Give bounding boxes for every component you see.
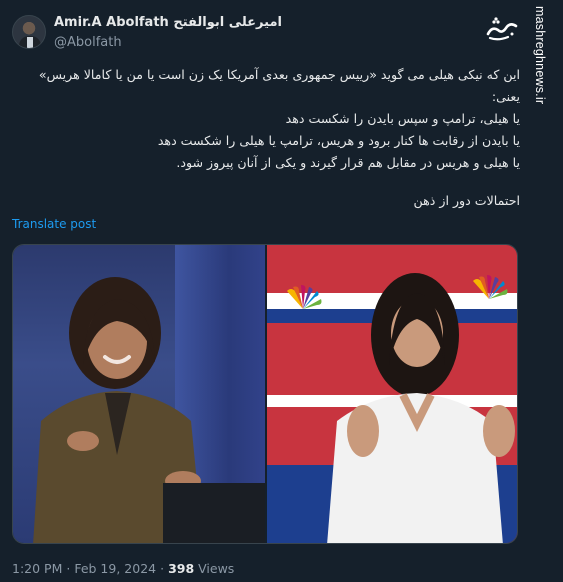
translate-post-link[interactable]: Translate post <box>12 217 96 231</box>
tweet-media[interactable] <box>12 244 518 544</box>
tweet-card: Amir.A Abolfath امیرعلی ابوالفتح @Abolfa… <box>0 0 563 582</box>
watermark-text: mashreghnews.ir <box>533 6 547 105</box>
author-display-name[interactable]: Amir.A Abolfath امیرعلی ابوالفتح <box>54 15 354 33</box>
avatar[interactable] <box>12 15 46 49</box>
views-count: 398 <box>168 561 195 576</box>
avatar-shirt <box>27 37 33 48</box>
watermark: mashreghnews.ir <box>527 6 553 386</box>
views-label: Views <box>198 561 235 576</box>
person-figure-right <box>327 273 515 543</box>
tweet-line: یا بایدن از رقابت ها کنار برود و هریس، ت… <box>157 133 520 148</box>
tweet-line: یا هیلی، ترامپ و سپس بایدن را شکست دهد <box>285 111 520 126</box>
tweet-time[interactable]: 1:20 PM <box>12 561 62 576</box>
tweet-text: این که نیکی هیلی می گوید «رییس جمهوری بع… <box>38 64 520 212</box>
person-figure-left <box>33 277 265 543</box>
photo-haley[interactable] <box>267 245 517 543</box>
meta-separator: · <box>66 561 71 576</box>
author-handle[interactable]: @Abolfath <box>54 35 122 50</box>
photo-harris[interactable] <box>13 245 265 543</box>
tweet-date[interactable]: Feb 19, 2024 <box>74 561 156 576</box>
tweet-line: یعنی: <box>491 89 520 104</box>
tweet-line: یا هیلی و هریس در مقابل هم قرار گیرند و … <box>176 155 520 170</box>
mashregh-logo-icon <box>486 17 518 41</box>
tweet-line: این که نیکی هیلی می گوید «رییس جمهوری بع… <box>38 67 520 82</box>
tweet-meta: 1:20 PM · Feb 19, 2024 · 398 Views <box>12 561 234 576</box>
meta-separator: · <box>160 561 165 576</box>
tweet-line: احتمالات دور از ذهن <box>413 193 520 208</box>
